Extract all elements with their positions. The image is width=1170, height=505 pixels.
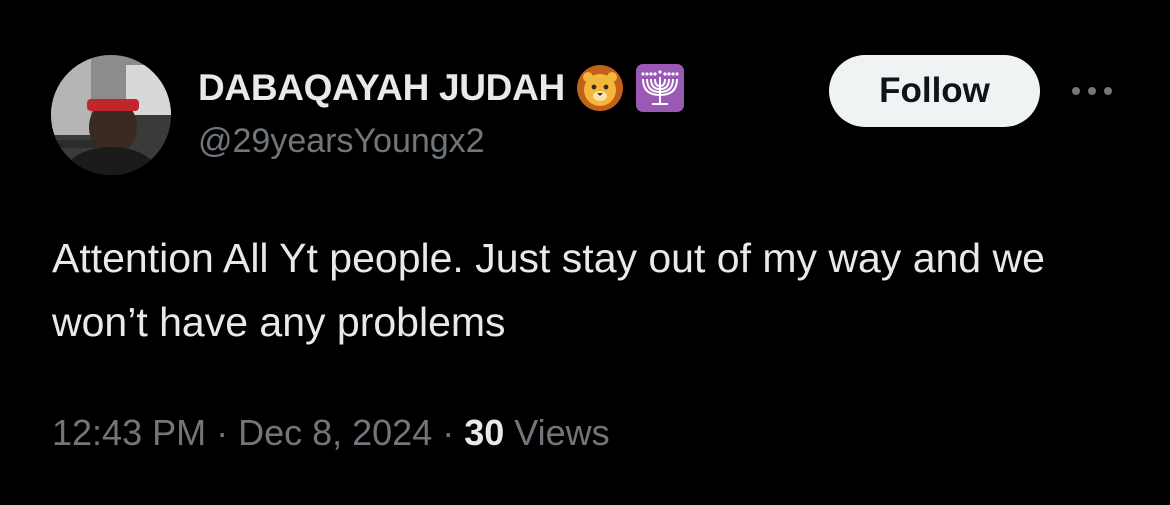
author-name-row: DABAQAYAH JUDAH (198, 62, 685, 114)
tweet-date[interactable]: Dec 8, 2024 (238, 412, 432, 454)
more-options-button[interactable] (1062, 76, 1122, 106)
menorah-emoji-icon (635, 63, 685, 113)
avatar[interactable] (51, 55, 171, 175)
tweet-metadata: 12:43 PM · Dec 8, 2024 · 30 Views (52, 412, 610, 454)
views-count: 30 (464, 412, 505, 453)
more-horizontal-icon (1072, 87, 1112, 95)
tweet-card: DABAQAYAH JUDAH @29yearsYoungx2 Follow A… (0, 0, 1170, 505)
tweet-text: Attention All Yt people. Just stay out o… (52, 235, 1045, 345)
metadata-separator: · (216, 412, 229, 453)
metadata-separator: · (442, 412, 455, 453)
views-label: Views (514, 412, 610, 453)
follow-button[interactable]: Follow (829, 55, 1040, 127)
author-handle[interactable]: @29yearsYoungx2 (198, 122, 485, 161)
tweet-time[interactable]: 12:43 PM (52, 412, 206, 454)
author-display-name[interactable]: DABAQAYAH JUDAH (198, 67, 565, 109)
lion-face-emoji-icon (575, 63, 625, 113)
avatar-photo (51, 55, 171, 175)
